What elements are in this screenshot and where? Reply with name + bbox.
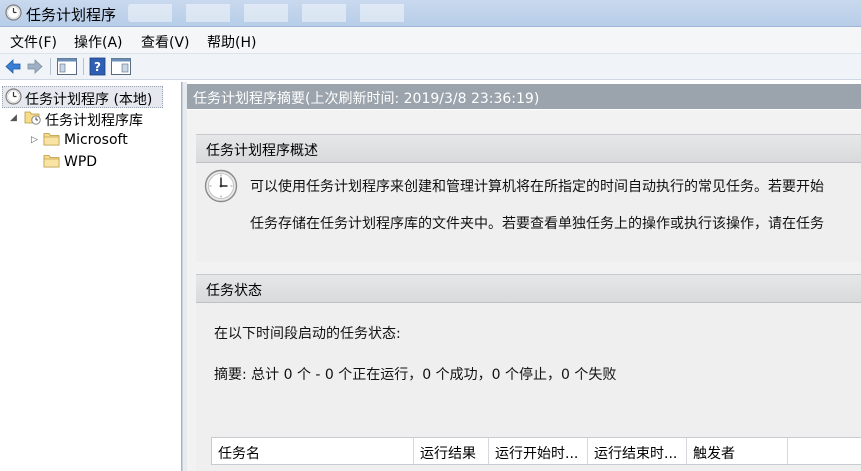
collapse-arrow-icon[interactable]: ◢ [10,113,17,123]
task-status-intro: 在以下时间段启动的任务状态: [214,326,401,342]
clock-icon [5,4,22,21]
folder-icon [43,155,60,168]
tree-item-label: 任务计划程序库 [45,113,143,129]
column-label: 运行开始时... [495,446,579,462]
tree-item-label: WPD [64,154,98,170]
overview-title: 任务计划程序概述 [206,143,318,159]
tree-item-library[interactable]: ◢ 任务计划程序库 [0,108,180,129]
task-status-section-header[interactable]: 任务状态 [196,274,861,303]
column-header-run-end[interactable]: 运行结束时... [588,438,687,464]
show-action-pane-icon[interactable] [110,57,132,76]
menu-file[interactable]: 文件(F) [10,32,57,52]
menu-action[interactable]: 操作(A) [74,32,123,52]
menu-help[interactable]: 帮助(H) [207,32,256,52]
menu-view[interactable]: 查看(V) [141,32,190,52]
menu-bar: 文件(F) 操作(A) 查看(V) 帮助(H) [0,27,861,54]
summary-title: 任务计划程序摘要(上次刷新时间: 2019/3/8 23:36:19) [193,91,540,107]
summary-pane: 任务计划程序摘要(上次刷新时间: 2019/3/8 23:36:19) 任务计划… [187,82,861,471]
expand-arrow-icon[interactable]: ▷ [31,135,38,145]
toolbar-separator [83,58,84,75]
toolbar-separator [50,58,51,75]
overview-section-body: 可以使用任务计划程序来创建和管理计算机将在所指定的时间自动执行的常见任务。若要开… [196,163,861,262]
column-label: 运行结果 [420,446,476,462]
summary-body[interactable]: 任务计划程序概述 可以使用任务计划程序来创建和管理计算机将在所指定的时间自动执行… [187,110,861,471]
folder-icon [43,133,60,146]
forward-icon[interactable] [26,57,44,76]
toolbar: ? [0,54,861,80]
column-header-run-result[interactable]: 运行结果 [414,438,489,464]
summary-header: 任务计划程序摘要(上次刷新时间: 2019/3/8 23:36:19) [187,84,861,109]
show-console-tree-icon[interactable] [56,57,78,76]
column-header-triggered-by[interactable]: 触发者 [687,438,788,464]
task-status-summary: 摘要: 总计 0 个 - 0 个正在运行，0 个成功，0 个停止，0 个失败 [214,367,617,383]
library-folder-icon [24,111,41,125]
title-bar: 任务计划程序 [0,0,861,27]
overview-text-line1: 可以使用任务计划程序来创建和管理计算机将在所指定的时间自动执行的常见任务。若要开… [250,179,824,195]
column-label: 触发者 [693,446,735,462]
help-icon[interactable]: ? [89,57,106,76]
clock-icon [204,169,238,203]
tree-item-label: 任务计划程序 (本地) [25,92,153,108]
task-status-title: 任务状态 [206,283,262,299]
console-tree: 任务计划程序 (本地) ◢ 任务计划程序库 ▷ Microsoft WPD [0,82,182,471]
tree-item-microsoft[interactable]: ▷ Microsoft [0,130,180,150]
clock-icon [5,88,22,105]
column-header-run-start[interactable]: 运行开始时... [489,438,588,464]
column-label: 运行结束时... [594,446,678,462]
overview-text-line2: 任务存储在任务计划程序库的文件夹中。若要查看单独任务上的操作或执行该操作，请在任… [250,216,824,232]
svg-text:?: ? [94,60,101,74]
column-label: 任务名 [218,446,260,462]
blurred-title-region [128,4,418,22]
tree-item-label: Microsoft [64,132,128,148]
tree-item-wpd[interactable]: WPD [0,152,180,172]
tree-item-root[interactable]: 任务计划程序 (本地) [2,86,163,108]
back-icon[interactable] [4,57,22,76]
task-table-header: 任务名 运行结果 运行开始时... 运行结束时... 触发者 [211,437,861,465]
column-header-task-name[interactable]: 任务名 [212,438,414,464]
overview-section-header[interactable]: 任务计划程序概述 [196,134,861,163]
window-title: 任务计划程序 [26,6,117,24]
